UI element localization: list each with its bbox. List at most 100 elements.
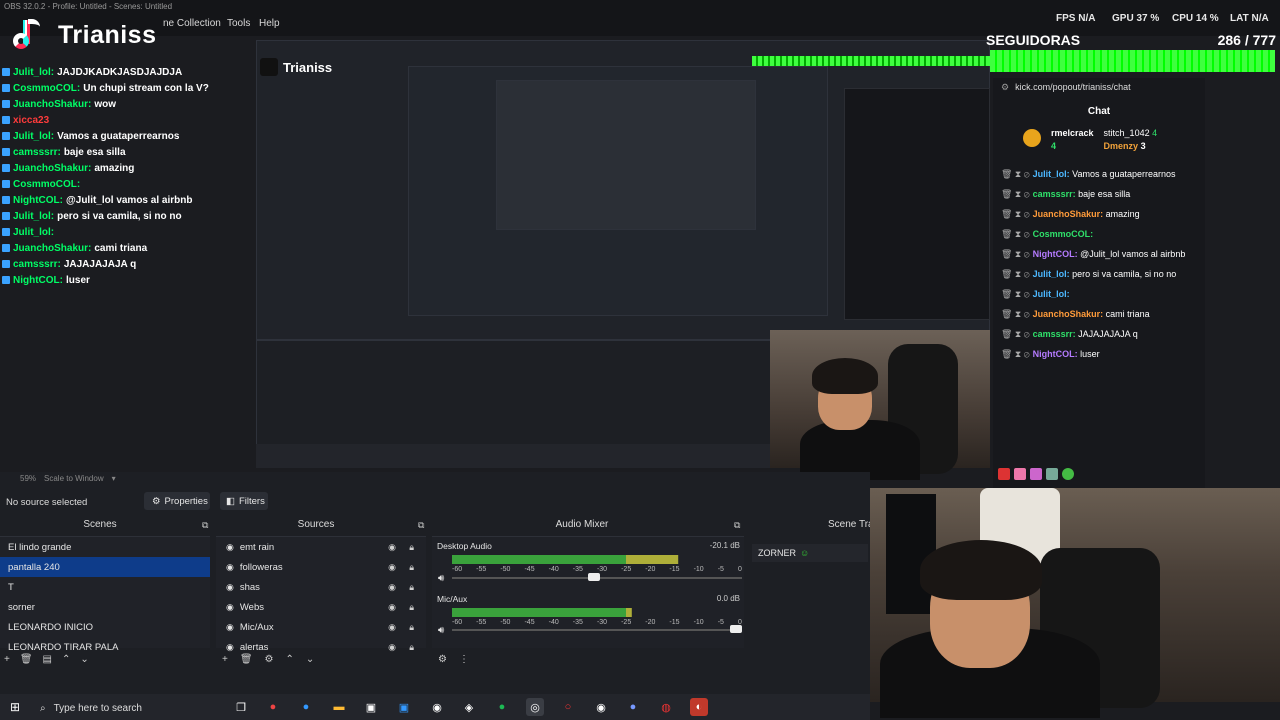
scene-item[interactable]: LEONARDO INICIO [0, 617, 210, 637]
lock-icon[interactable]: 🔒︎ [409, 582, 414, 593]
mod-actions-icon[interactable]: 🗑︎ ⧗ ⊘ [1001, 167, 1030, 181]
task-view-icon[interactable]: ❐ [232, 698, 250, 716]
mod-actions-icon[interactable]: 🗑︎ ⧗ ⊘ [1001, 287, 1030, 301]
outlook-icon[interactable]: ▣ [395, 698, 413, 716]
app-icon[interactable]: ◐ [690, 698, 708, 716]
remove-scene-button[interactable]: 🗑︎ [20, 654, 33, 665]
menu-tools[interactable]: Tools [227, 18, 250, 29]
window-title: OBS 32.0.2 - Profile: Untitled - Scenes:… [4, 2, 173, 11]
add-source-button[interactable]: + [222, 654, 228, 665]
scene-item[interactable]: El lindo grande [0, 537, 210, 557]
mod-actions-icon[interactable]: 🗑︎ ⧗ ⊘ [1001, 207, 1030, 221]
app-icon[interactable]: ◍ [657, 698, 675, 716]
mic-aux-slider[interactable] [452, 629, 742, 631]
filters-label: Filters [238, 495, 265, 507]
gpu-stat: GPU 37 % [1112, 13, 1160, 24]
source-type-icon: ◉ [226, 601, 234, 612]
lock-icon[interactable]: 🔒︎ [409, 542, 414, 553]
store-icon[interactable]: ▣ [362, 698, 380, 716]
visibility-eye-icon[interactable]: ◉ [388, 582, 396, 593]
source-item[interactable]: ◉ Webs ◉ 🔒︎ [216, 597, 426, 617]
steam-icon[interactable]: ◉ [428, 698, 446, 716]
folder-icon[interactable]: ▬ [330, 698, 348, 716]
spotify-icon[interactable]: ● [493, 698, 511, 716]
person-hair [920, 540, 1042, 600]
kick-url-bar[interactable]: ⚙ kick.com/popout/trianiss/chat [993, 78, 1205, 96]
opera-icon[interactable]: ○ [559, 698, 577, 716]
app-icon[interactable]: ◈ [460, 698, 478, 716]
obs-icon[interactable]: ◉ [592, 698, 610, 716]
chat-text: wow [94, 98, 117, 110]
scale-mark: -55 [476, 566, 487, 573]
kick-message: 🗑︎ ⧗ ⊘ Julit_lol: Vamos a guataperrearnos [1001, 167, 1199, 181]
kick-text: amazing [1105, 209, 1140, 219]
chrome-icon[interactable]: ◎ [526, 698, 544, 716]
advanced-audio-icon[interactable]: ⚙ [438, 654, 447, 665]
taskbar-search[interactable]: ⌕ Type here to search [32, 697, 222, 719]
windows-start-icon[interactable]: ⊞ [10, 700, 20, 714]
menu-scene-collection[interactable]: ne Collection [163, 18, 221, 29]
mod-actions-icon[interactable]: 🗑︎ ⧗ ⊘ [1001, 347, 1030, 361]
mic-aux-slider-handle[interactable] [730, 625, 742, 633]
source-item[interactable]: ◉ shas ◉ 🔒︎ [216, 577, 426, 597]
edge-icon[interactable]: ● [297, 698, 315, 716]
scale-mark: -45 [524, 566, 535, 573]
visibility-eye-icon[interactable]: ◉ [388, 602, 396, 613]
move-up-icon[interactable]: ⌃ [286, 654, 294, 665]
scene-item[interactable]: pantalla 240 [0, 557, 210, 577]
discord-icon[interactable]: ● [624, 698, 642, 716]
chat-text: Un chupi stream con la V? [83, 82, 209, 94]
lock-icon[interactable]: 🔒︎ [409, 642, 414, 653]
source-settings-button[interactable]: ⚙ [265, 654, 274, 665]
mod-actions-icon[interactable]: 🗑︎ ⧗ ⊘ [1001, 247, 1030, 261]
chat-line: NightCOL: luser [2, 272, 252, 288]
scene-item[interactable]: T [0, 577, 210, 597]
properties-button[interactable]: ⚙ Properties [144, 492, 210, 510]
zoom-percent: 59% [20, 474, 37, 483]
transition-item[interactable]: ZORNER ☺ [752, 544, 868, 562]
move-down-icon[interactable]: ⌄ [80, 654, 88, 665]
scene-filters-button[interactable]: ▤ [43, 654, 52, 665]
kick-username: Julit_lol: [1032, 169, 1070, 179]
mixer-dock-icon[interactable]: ⧉ [734, 520, 740, 531]
sources-dock-icon[interactable]: ⧉ [418, 520, 424, 531]
source-item[interactable]: ◉ emt rain ◉ 🔒︎ [216, 537, 426, 557]
add-scene-button[interactable]: + [4, 654, 10, 665]
more-options-icon[interactable]: ⋮ [459, 654, 469, 665]
visibility-eye-icon[interactable]: ◉ [388, 542, 396, 553]
followers-label: SEGUIDORAS [986, 32, 1081, 48]
kick-message: 🗑︎ ⧗ ⊘ JuanchoShakur: amazing [1001, 207, 1199, 221]
move-up-icon[interactable]: ⌃ [62, 654, 70, 665]
chat-line: NightCOL: @Julit_lol vamos al airbnb [2, 192, 252, 208]
remove-source-button[interactable]: 🗑︎ [240, 654, 253, 665]
mod-actions-icon[interactable]: 🗑︎ ⧗ ⊘ [1001, 227, 1030, 241]
visibility-eye-icon[interactable]: ◉ [388, 562, 396, 573]
visibility-eye-icon[interactable]: ◉ [388, 642, 396, 653]
mod-actions-icon[interactable]: 🗑︎ ⧗ ⊘ [1001, 327, 1030, 341]
menu-help[interactable]: Help [259, 18, 280, 29]
source-item[interactable]: ◉ Mic/Aux ◉ 🔒︎ [216, 617, 426, 637]
kick-message: 🗑︎ ⧗ ⊘ Julit_lol: [1001, 287, 1199, 301]
visibility-eye-icon[interactable]: ◉ [388, 622, 396, 633]
filters-button[interactable]: ◧ Filters [220, 492, 268, 510]
volume-icon[interactable]: 🔊︎ [438, 573, 444, 584]
badge-icon [2, 132, 10, 140]
mod-actions-icon[interactable]: 🗑︎ ⧗ ⊘ [1001, 307, 1030, 321]
lock-icon[interactable]: 🔒︎ [409, 562, 414, 573]
scene-item[interactable]: sorner [0, 597, 210, 617]
chat-username: Julit_lol: [13, 226, 55, 238]
desktop-audio-slider-handle[interactable] [588, 573, 600, 581]
source-item[interactable]: ◉ followeras ◉ 🔒︎ [216, 557, 426, 577]
app-icon[interactable]: ● [264, 698, 282, 716]
scenes-dock-icon[interactable]: ⧉ [202, 520, 208, 531]
badge-icon [2, 244, 10, 252]
volume-icon[interactable]: 🔊︎ [438, 625, 444, 636]
mod-actions-icon[interactable]: 🗑︎ ⧗ ⊘ [1001, 267, 1030, 281]
mod-actions-icon[interactable]: 🗑︎ ⧗ ⊘ [1001, 187, 1030, 201]
nested-brand: Trianiss [283, 59, 333, 75]
move-down-icon[interactable]: ⌄ [306, 654, 314, 665]
zoom-control[interactable]: 59% Scale to Window ▾ [20, 474, 116, 483]
chat-username: Julit_lol: [13, 130, 55, 142]
lock-icon[interactable]: 🔒︎ [409, 602, 414, 613]
lock-icon[interactable]: 🔒︎ [409, 622, 414, 633]
